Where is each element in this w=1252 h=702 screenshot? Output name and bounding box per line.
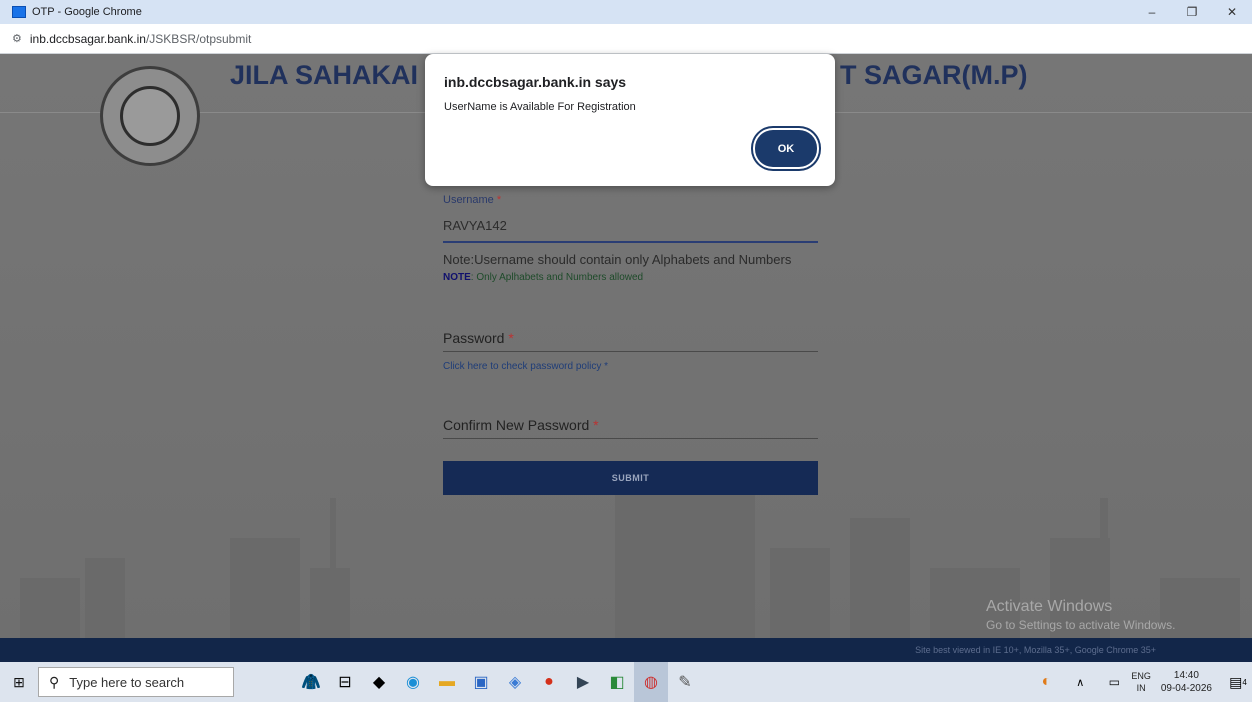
minimize-button[interactable]: – [1132,0,1172,24]
system-tray: ◐ ∧ ▭ ENG IN 14:40 09-04-2026 ▤ 4 [1029,662,1252,702]
site-info-icon[interactable]: ⚙ [12,32,22,45]
search-placeholder: Type here to search [69,674,185,690]
app-icon-2[interactable]: ▶ [566,662,600,702]
paint-icon[interactable]: ✎ [668,662,702,702]
activate-windows-watermark: Activate Windows Go to Settings to activ… [986,598,1176,632]
dialog-ok-button[interactable]: OK [755,130,817,167]
address-bar[interactable]: ⚙ inb.dccbsagar.bank.in /JSKBSR/otpsubmi… [0,24,1252,54]
username-input[interactable]: RAVYA142 [443,218,818,243]
file-explorer-icon[interactable]: ▬ [430,662,464,702]
close-button[interactable]: ✕ [1212,0,1252,24]
edge-icon[interactable]: ◉ [396,662,430,702]
widgets-icon[interactable]: 🧥 [294,662,328,702]
window-title: OTP - Google Chrome [32,6,142,18]
chrome-taskbar-icon[interactable]: ◍ [634,662,668,702]
store-icon[interactable]: ▣ [464,662,498,702]
confirm-password-field[interactable]: Confirm New Password * [443,417,818,439]
taskbar-search-box[interactable]: ⚲ Type here to search [38,667,234,697]
network-icon[interactable]: ▭ [1097,662,1131,702]
chrome-app-icon [12,6,26,18]
search-icon: ⚲ [49,673,60,690]
registration-form: Username * RAVYA142 Note:Username should… [443,194,818,495]
windows-start-icon[interactable]: ⊞ [0,662,38,702]
opera-icon[interactable]: ● [532,662,566,702]
language-indicator[interactable]: ENG IN [1131,670,1151,694]
weather-icon[interactable]: ◐ [1029,662,1063,702]
copilot-icon[interactable]: ◆ [362,662,396,702]
notification-count: 4 [1242,677,1247,687]
username-note: Note:Username should contain only Alphab… [443,252,792,267]
page-footer: Site best viewed in IE 10+, Mozilla 35+,… [0,638,1252,662]
password-policy-link[interactable]: Click here to check password policy * [443,361,818,372]
window-title-bar: OTP - Google Chrome – ❐ ✕ [0,0,1252,24]
windows-taskbar: ⊞ ⚲ Type here to search 🧥 ⊟ ◆ ◉ ▬ ▣ ◈ ● … [0,662,1252,702]
username-label: Username * [443,194,502,206]
tray-chevron-icon[interactable]: ∧ [1063,662,1097,702]
dialog-title: inb.dccbsagar.bank.in says [444,74,627,90]
url-path[interactable]: /JSKBSR/otpsubmit [146,32,251,46]
notification-icon[interactable]: ▤ 4 [1224,662,1252,702]
bank-title-left: JILA SAHAKAI [230,60,419,90]
maximize-button[interactable]: ❐ [1172,0,1212,24]
app-icon-3[interactable]: ◧ [600,662,634,702]
bank-logo [100,66,200,166]
task-view-icon[interactable]: ⊟ [328,662,362,702]
bank-title-right: T SAGAR(M.P) [840,60,1028,90]
clock[interactable]: 14:40 09-04-2026 [1161,669,1212,695]
window-controls: – ❐ ✕ [1132,0,1252,24]
footer-text: Site best viewed in IE 10+, Mozilla 35+,… [915,645,1156,655]
url-host[interactable]: inb.dccbsagar.bank.in [30,32,146,46]
password-field[interactable]: Password * [443,330,818,352]
submit-button[interactable]: SUBMIT [443,461,818,495]
username-note-small: NOTE: Only Aplhabets and Numbers allowed [443,272,644,283]
alert-dialog: inb.dccbsagar.bank.in says UserName is A… [425,54,835,186]
dialog-message: UserName is Available For Registration [444,101,636,113]
app-icon-1[interactable]: ◈ [498,662,532,702]
